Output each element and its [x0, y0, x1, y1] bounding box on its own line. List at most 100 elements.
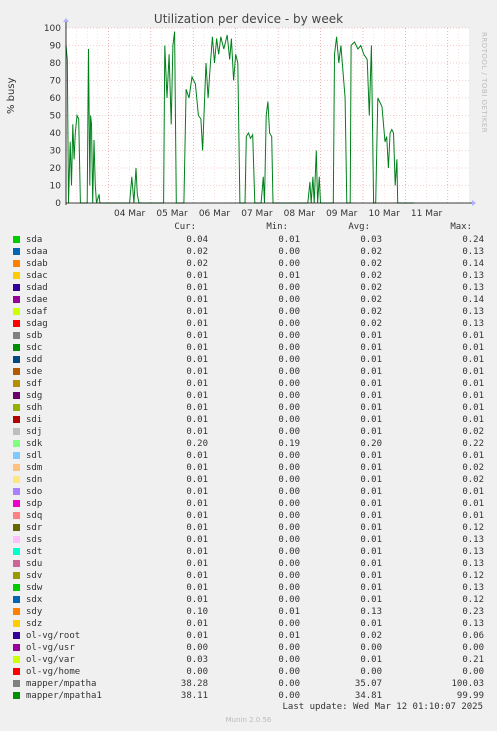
legend-min-value: 0.00	[278, 487, 300, 497]
legend-min-value: 0.00	[278, 367, 300, 377]
legend-cur-value: 38.11	[180, 691, 208, 701]
legend-device-name: sdp	[26, 499, 43, 509]
legend-avg-value: 0.01	[360, 595, 382, 605]
legend-row: sdl 0.01 0.00 0.01 0.01	[12, 450, 492, 462]
legend-max-value: 0.01	[462, 331, 484, 341]
y-tick-label: 40	[50, 129, 62, 139]
legend-device-name: ol-vg/var	[26, 655, 75, 665]
legend-avg-value: 0.03	[360, 235, 382, 245]
legend-min-value: 0.00	[278, 583, 300, 593]
legend-min-value: 0.00	[278, 331, 300, 341]
legend-min-value: 0.00	[278, 415, 300, 425]
legend-min-value: 0.00	[278, 559, 300, 569]
legend-device-name: sdr	[26, 523, 43, 533]
legend-avg-value: 0.01	[360, 487, 382, 497]
legend-color-swatch	[13, 404, 20, 411]
legend-device-name: sdu	[26, 559, 43, 569]
legend-min-value: 0.00	[278, 355, 300, 365]
legend-min-value: 0.00	[278, 523, 300, 533]
legend-avg-value: 0.02	[360, 283, 382, 293]
legend-color-swatch	[13, 572, 20, 579]
legend-row: sdaa 0.02 0.00 0.02 0.13	[12, 246, 492, 258]
legend-row: sdac 0.01 0.01 0.02 0.13	[12, 270, 492, 282]
legend-row: sdk 0.20 0.19 0.20 0.22	[12, 438, 492, 450]
legend-row: ol-vg/home 0.00 0.00 0.00 0.00	[12, 666, 492, 678]
legend-avg-value: 0.02	[360, 319, 382, 329]
legend-color-swatch	[13, 512, 20, 519]
legend-cur-value: 0.01	[186, 355, 208, 365]
legend-row: sdh 0.01 0.00 0.01 0.01	[12, 402, 492, 414]
legend-row: sdt 0.01 0.00 0.01 0.13	[12, 546, 492, 558]
legend-max-value: 99.99	[456, 691, 484, 701]
legend-device-name: sda	[26, 235, 43, 245]
legend-min-value: 0.00	[278, 547, 300, 557]
legend-max-value: 0.02	[462, 475, 484, 485]
legend-row: ol-vg/var 0.03 0.00 0.01 0.21	[12, 654, 492, 666]
legend-row: sdr 0.01 0.00 0.01 0.12	[12, 522, 492, 534]
legend-max-value: 0.02	[462, 427, 484, 437]
legend-row: sdad 0.01 0.00 0.02 0.13	[12, 282, 492, 294]
legend-max-value: 0.21	[462, 655, 484, 665]
legend-max-value: 0.01	[462, 367, 484, 377]
legend-avg-value: 0.01	[360, 451, 382, 461]
legend-min-value: 0.00	[278, 319, 300, 329]
legend-cur-value: 0.01	[186, 403, 208, 413]
legend-avg-value: 0.02	[360, 271, 382, 281]
legend-avg-value: 0.01	[360, 379, 382, 389]
legend-avg-value: 0.01	[360, 355, 382, 365]
legend-device-name: mapper/mpatha	[26, 679, 97, 689]
legend-cur-value: 0.00	[186, 643, 208, 653]
legend-color-swatch	[13, 344, 20, 351]
legend-max-value: 0.23	[462, 607, 484, 617]
y-tick-label: 80	[50, 59, 62, 69]
legend-color-swatch	[13, 428, 20, 435]
legend-avg-value: 35.07	[354, 679, 382, 689]
legend-color-swatch	[13, 356, 20, 363]
x-axis-arrow	[472, 200, 476, 206]
x-tick-label: 10 Mar	[369, 209, 401, 219]
legend-avg-value: 0.02	[360, 295, 382, 305]
legend-device-name: ol-vg/home	[26, 667, 81, 677]
legend-row: sdv 0.01 0.00 0.01 0.12	[12, 570, 492, 582]
legend-device-name: sdw	[26, 583, 43, 593]
legend-avg-value: 0.01	[360, 343, 382, 353]
legend-color-swatch	[13, 260, 20, 267]
legend-min-value: 0.00	[278, 427, 300, 437]
legend-row: ol-vg/usr 0.00 0.00 0.00 0.00	[12, 642, 492, 654]
legend-color-swatch	[13, 380, 20, 387]
legend-min-value: 0.00	[278, 571, 300, 581]
legend-avg-value: 0.01	[360, 619, 382, 629]
legend-device-name: sdn	[26, 475, 43, 485]
legend-avg-value: 0.01	[360, 427, 382, 437]
legend-cur-value: 0.01	[186, 283, 208, 293]
legend-device-name: sdd	[26, 355, 43, 365]
legend-max-value: 0.14	[462, 295, 484, 305]
legend-color-swatch	[13, 392, 20, 399]
legend-color-swatch	[13, 308, 20, 315]
legend-min-value: 0.00	[278, 691, 300, 701]
legend-color-swatch	[13, 416, 20, 423]
legend-color-swatch	[13, 320, 20, 327]
legend-max-value: 0.13	[462, 535, 484, 545]
legend-device-name: sdm	[26, 463, 43, 473]
y-tick-label: 100	[44, 24, 61, 34]
legend-device-name: sdaf	[26, 307, 48, 317]
legend-color-swatch	[13, 596, 20, 603]
legend-row: mapper/mpatha 38.28 0.00 35.07 100.03	[12, 678, 492, 690]
legend-avg-value: 0.02	[360, 259, 382, 269]
last-update: Last update: Wed Mar 12 01:10:07 2025	[282, 702, 483, 712]
legend-min-value: 0.00	[278, 667, 300, 677]
y-tick-label: 60	[50, 94, 62, 104]
legend-device-name: sdx	[26, 595, 43, 605]
legend-avg-value: 0.01	[360, 535, 382, 545]
legend-max-value: 0.13	[462, 307, 484, 317]
legend-row: mapper/mpatha1 38.11 0.00 34.81 99.99	[12, 690, 492, 702]
legend-cur-value: 0.10	[186, 607, 208, 617]
legend-row: sdy 0.10 0.01 0.13 0.23	[12, 606, 492, 618]
legend-min-value: 0.00	[278, 619, 300, 629]
legend-color-swatch	[13, 296, 20, 303]
y-tick-label: 10	[50, 182, 62, 192]
legend-color-swatch	[13, 452, 20, 459]
legend-avg-value: 0.02	[360, 307, 382, 317]
legend-device-name: sdg	[26, 391, 43, 401]
